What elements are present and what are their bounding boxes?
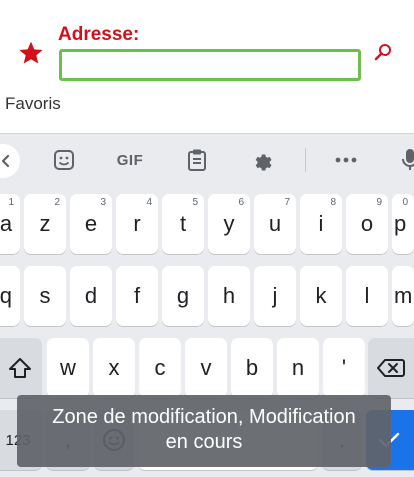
key-label: r	[133, 211, 141, 236]
key-label: q	[0, 283, 12, 308]
key-hint: 5	[192, 197, 198, 208]
address-label: Adresse:	[58, 24, 140, 45]
key-n[interactable]: n	[277, 338, 319, 398]
key-label: f	[133, 283, 141, 308]
key-p[interactable]: 0p	[392, 194, 414, 254]
key-hint: 4	[146, 197, 152, 208]
key-u[interactable]: 7u	[254, 194, 296, 254]
clipboard-icon[interactable]	[183, 144, 211, 176]
key-label: j	[272, 283, 278, 308]
key-s[interactable]: s	[24, 266, 66, 326]
key-a[interactable]: 1 a	[0, 194, 20, 254]
key-label: v	[200, 355, 212, 380]
key-label: n	[291, 355, 305, 380]
key-label: m	[394, 283, 413, 308]
key-q[interactable]: q	[0, 266, 20, 326]
key-label: k	[315, 283, 327, 308]
key-label: w	[60, 355, 76, 380]
search-icon[interactable]	[373, 42, 393, 62]
app-screen: Adresse: Favoris GIF 1 a 2 z 3 e 4 r 5 t…	[0, 0, 414, 477]
key-c[interactable]: c	[139, 338, 181, 398]
key-hint: 6	[238, 197, 244, 208]
key-label: z	[39, 211, 51, 236]
key-label: o	[360, 211, 374, 236]
gif-button[interactable]: GIF	[112, 144, 148, 176]
key-hint: 2	[54, 197, 60, 208]
key-label: g	[176, 283, 190, 308]
key-hint: 7	[284, 197, 290, 208]
key-e[interactable]: 3e	[70, 194, 112, 254]
key-hint: 9	[376, 197, 382, 208]
key-b[interactable]: b	[231, 338, 273, 398]
shift-icon	[9, 358, 31, 378]
key-label: d	[84, 283, 98, 308]
shift-key[interactable]	[0, 338, 42, 398]
key-j[interactable]: j	[254, 266, 296, 326]
address-input[interactable]	[59, 49, 361, 81]
key-hint: 3	[100, 197, 106, 208]
accessibility-toast: Zone de modification, Modification en co…	[17, 395, 391, 467]
key-label: b	[245, 355, 259, 380]
key-label: p	[394, 211, 407, 236]
key-label: '	[341, 355, 347, 380]
key-i[interactable]: 8i	[300, 194, 342, 254]
key-f[interactable]: f	[116, 266, 158, 326]
key-apostrophe[interactable]: '	[323, 338, 365, 398]
key-label: s	[39, 283, 51, 308]
keyboard-toolbar: GIF	[0, 134, 414, 186]
key-label: x	[108, 355, 120, 380]
key-l[interactable]: l	[346, 266, 388, 326]
toast-line-1: Zone de modification, Modification	[52, 406, 356, 428]
favorites-label[interactable]: Favoris	[5, 94, 61, 114]
key-label: t	[179, 211, 187, 236]
key-label: u	[268, 211, 282, 236]
microphone-icon[interactable]	[398, 144, 414, 176]
backspace-key[interactable]	[368, 338, 414, 398]
key-label: i	[318, 211, 324, 236]
key-label: y	[223, 211, 235, 236]
key-o[interactable]: 9o	[346, 194, 388, 254]
key-m[interactable]: m	[392, 266, 414, 326]
more-icon[interactable]	[332, 144, 360, 176]
key-z[interactable]: 2z	[24, 194, 66, 254]
key-k[interactable]: k	[300, 266, 342, 326]
key-label: e	[84, 211, 98, 236]
key-hint: 8	[330, 197, 336, 208]
key-g[interactable]: g	[162, 266, 204, 326]
key-t[interactable]: 5t	[162, 194, 204, 254]
key-label: l	[364, 283, 370, 308]
key-label: c	[154, 355, 166, 380]
backspace-icon	[377, 359, 405, 377]
key-w[interactable]: w	[47, 338, 89, 398]
star-icon[interactable]	[18, 40, 44, 66]
key-y[interactable]: 6y	[208, 194, 250, 254]
gear-icon[interactable]	[248, 144, 276, 176]
key-d[interactable]: d	[70, 266, 112, 326]
key-label: a	[0, 211, 13, 236]
key-hint: 0	[402, 197, 408, 208]
key-r[interactable]: 4r	[116, 194, 158, 254]
key-v[interactable]: v	[185, 338, 227, 398]
key-hint: 1	[8, 197, 14, 208]
toolbar-divider	[305, 148, 306, 172]
key-label: h	[222, 283, 236, 308]
key-x[interactable]: x	[93, 338, 135, 398]
sticker-icon[interactable]	[50, 144, 78, 176]
key-h[interactable]: h	[208, 266, 250, 326]
chevron-left-icon[interactable]	[0, 144, 20, 178]
toast-line-2: en cours	[165, 431, 243, 453]
